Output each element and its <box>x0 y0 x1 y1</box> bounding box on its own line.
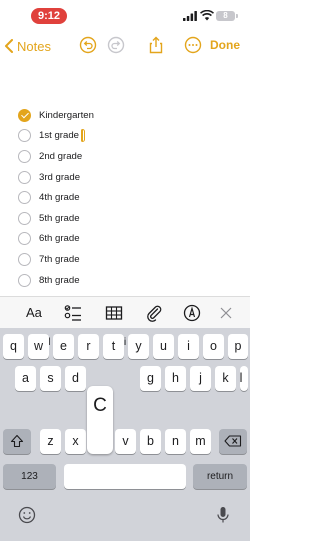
unchecked-circle-icon[interactable] <box>18 232 31 246</box>
battery-indicator: 8 <box>216 11 238 21</box>
unchecked-circle-icon[interactable] <box>18 211 31 225</box>
return-key[interactable]: return <box>193 464 247 489</box>
list-item-label[interactable]: Kindergarten <box>39 110 94 121</box>
list-item-label[interactable]: 2nd grade <box>39 151 82 162</box>
undo-icon[interactable] <box>79 36 97 54</box>
key-r[interactable]: r <box>78 334 99 359</box>
chevron-left-icon <box>5 39 13 53</box>
space-bar[interactable] <box>64 464 186 489</box>
text-format-button[interactable]: Aa <box>26 305 42 323</box>
key-v[interactable]: v <box>115 429 136 454</box>
status-time: 9:12 <box>31 8 67 24</box>
unchecked-circle-icon[interactable] <box>18 149 31 163</box>
unchecked-circle-icon[interactable] <box>18 252 31 266</box>
unchecked-circle-icon[interactable] <box>18 129 31 143</box>
key-o[interactable]: o <box>203 334 224 359</box>
unchecked-circle-icon[interactable] <box>18 191 31 205</box>
status-bar: 9:12 8 <box>0 0 250 30</box>
list-item: 4th grade <box>18 187 238 208</box>
key-p[interactable]: p <box>228 334 248 359</box>
list-item-label[interactable]: 4th grade <box>39 192 80 203</box>
redo-icon[interactable] <box>107 36 125 54</box>
list-item: 6th grade <box>18 229 238 250</box>
key-q[interactable]: q <box>3 334 24 359</box>
delete-icon <box>224 435 242 447</box>
key-l[interactable]: l <box>240 366 248 391</box>
back-label: Notes <box>17 38 51 54</box>
key-i[interactable]: i <box>178 334 199 359</box>
key-n[interactable]: n <box>165 429 186 454</box>
key-m[interactable]: m <box>190 429 211 454</box>
unchecked-circle-icon[interactable] <box>18 273 31 287</box>
keyboard: and i in q w e r t y u i o p a s d g h j… <box>0 328 250 541</box>
checked-circle-icon[interactable] <box>18 108 31 122</box>
list-item: Kindergarten <box>18 105 238 126</box>
checklist-icon[interactable] <box>64 304 82 322</box>
key-b[interactable]: b <box>140 429 161 454</box>
key-u[interactable]: u <box>153 334 174 359</box>
markup-icon[interactable] <box>183 304 201 322</box>
key-w[interactable]: w <box>28 334 49 359</box>
text-cursor[interactable] <box>81 129 86 143</box>
delete-key[interactable] <box>219 429 247 454</box>
emoji-icon[interactable] <box>18 506 36 524</box>
shift-key[interactable] <box>3 429 31 454</box>
list-item: 2nd grade <box>18 146 238 167</box>
key-z[interactable]: z <box>40 429 61 454</box>
list-item-label[interactable]: 7th grade <box>39 254 80 265</box>
back-to-notes-button[interactable]: Notes <box>4 36 51 56</box>
shift-icon <box>10 434 24 448</box>
microphone-icon[interactable] <box>214 506 232 524</box>
key-s[interactable]: s <box>40 366 61 391</box>
list-item-label[interactable]: 8th grade <box>39 275 80 286</box>
list-item-label[interactable]: 3rd grade <box>39 172 80 183</box>
key-t[interactable]: t <box>103 334 124 359</box>
key-d[interactable]: d <box>65 366 86 391</box>
list-item: 7th grade <box>18 249 238 270</box>
numbers-key[interactable]: 123 <box>3 464 56 489</box>
navigation-bar: Notes Done <box>0 30 250 62</box>
attachment-icon[interactable] <box>145 304 163 322</box>
list-item: 5th grade <box>18 208 238 229</box>
formatting-toolbar: Aa <box>0 296 250 328</box>
key-e[interactable]: e <box>53 334 74 359</box>
cellular-signal-icon <box>183 11 197 21</box>
list-item-label[interactable]: 1st grade <box>39 130 79 141</box>
key-popup: C <box>87 386 113 454</box>
key-h[interactable]: h <box>165 366 186 391</box>
close-icon[interactable] <box>218 304 234 322</box>
list-item: 8th grade <box>18 270 238 291</box>
unchecked-circle-icon[interactable] <box>18 170 31 184</box>
done-button[interactable]: Done <box>210 38 240 52</box>
list-item-label[interactable]: 6th grade <box>39 233 80 244</box>
more-icon[interactable] <box>184 36 202 54</box>
key-g[interactable]: g <box>140 366 161 391</box>
key-y[interactable]: y <box>128 334 149 359</box>
list-item: 3rd grade <box>18 167 238 188</box>
key-k[interactable]: k <box>215 366 236 391</box>
wifi-icon <box>200 10 214 21</box>
list-item-label[interactable]: 5th grade <box>39 213 80 224</box>
list-item: 1st grade <box>18 126 238 147</box>
key-x[interactable]: x <box>65 429 86 454</box>
checklist: Kindergarten 1st grade 2nd grade 3rd gra… <box>18 105 238 290</box>
key-popup-letter: C <box>93 395 107 416</box>
key-a[interactable]: a <box>15 366 36 391</box>
key-j[interactable]: j <box>190 366 211 391</box>
table-icon[interactable] <box>105 304 123 322</box>
share-icon[interactable] <box>147 36 165 54</box>
